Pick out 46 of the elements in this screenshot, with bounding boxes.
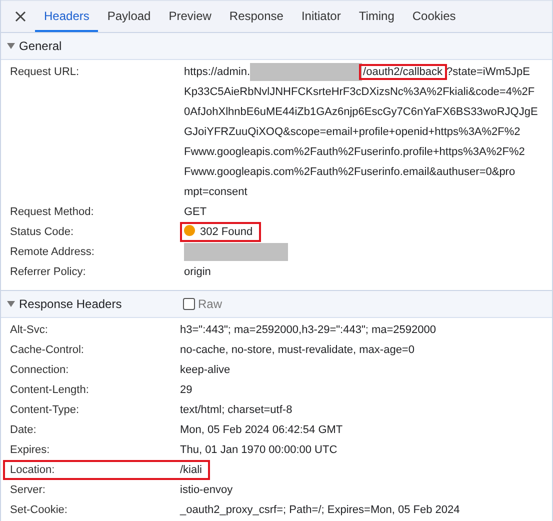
field-value: origin	[183, 265, 212, 280]
highlight-box: /oauth2/callback	[359, 64, 447, 80]
field-value: _oauth2_proxy_csrf=; Path=/; Expires=Mon, 05 Feb 2024	[180, 503, 460, 518]
field-value: h3=":443"; ma=2592000,h3-29=":443"; ma=2592000	[180, 323, 436, 338]
field-value: text/html; charset=utf-8	[180, 403, 292, 418]
section-toggle[interactable]: Response Headers	[7, 297, 183, 311]
tab[interactable]: Preview	[160, 1, 220, 32]
field-label: Expires:	[9, 443, 51, 458]
field-value: Kp33C5AieRbNvlJNHFCKsrteHrF3cDXizsNc%3A%2Fkiali&code=4%2F	[184, 85, 536, 100]
field-value: GET	[183, 205, 208, 220]
field-label: Date:	[9, 423, 38, 438]
field-label: Status Code:	[9, 225, 75, 240]
field-label: Location:	[9, 463, 56, 478]
field-label: Request Method:	[9, 205, 95, 220]
field-label: Alt-Svc:	[9, 323, 49, 338]
field-label: Cache-Control:	[9, 343, 85, 358]
field-label: Content-Length:	[9, 383, 90, 398]
field-value: no-cache, no-store, must-revalidate, max-age=0	[180, 343, 414, 358]
field-value: 29	[180, 383, 192, 398]
field-label: Server:	[9, 483, 46, 498]
section-toggle[interactable]: General	[7, 39, 183, 53]
tab[interactable]: Cookies	[403, 1, 465, 32]
status-value: 302 Found	[180, 222, 261, 242]
field-value: Thu, 01 Jan 1970 00:00:00 UTC	[180, 443, 338, 458]
close-icon	[14, 11, 26, 22]
field-value: keep-alive	[180, 363, 230, 378]
field-value: Fwww.googleapis.com%2Fauth%2Fuserinfo.profile+https%3A%2F%2	[184, 145, 526, 160]
field-value: /kiali	[180, 463, 202, 478]
field-value: Mon, 05 Feb 2024 06:42:54 GMT	[180, 423, 343, 438]
field-label: Content-Type:	[9, 403, 80, 418]
field-label: Remote Address:	[9, 245, 96, 260]
tab[interactable]: Initiator	[292, 1, 350, 32]
field-label: Set-Cookie:	[9, 503, 68, 518]
field-value: https://admin. /oauth2/callback ?state=iWm5JpE	[184, 62, 538, 82]
tab[interactable]: Timing	[350, 1, 404, 32]
field-label: Request URL:	[9, 65, 80, 80]
field-label: Connection:	[9, 363, 70, 378]
field-value: Fwww.googleapis.com%2Fauth%2Fuserinfo.email&authuser=0&pro	[184, 165, 516, 180]
field-label: Referrer Policy:	[9, 265, 87, 280]
raw-checkbox[interactable]: Raw	[183, 297, 222, 311]
field-value: 0AfJohXlhnbE6uME44iZb1GAz6njp6EscGy7C6nYaFX6BS33woRJQJgE	[184, 105, 538, 120]
field-value: istio-envoy	[180, 483, 233, 498]
field-value: GJoiYFRZuuQiXOQ&scope=email+profile+openid+https%3A%2F%2	[184, 125, 522, 140]
tab[interactable]: Payload	[98, 1, 160, 32]
tab[interactable]: Response	[220, 1, 292, 32]
field-value: mpt=consent	[184, 185, 248, 200]
